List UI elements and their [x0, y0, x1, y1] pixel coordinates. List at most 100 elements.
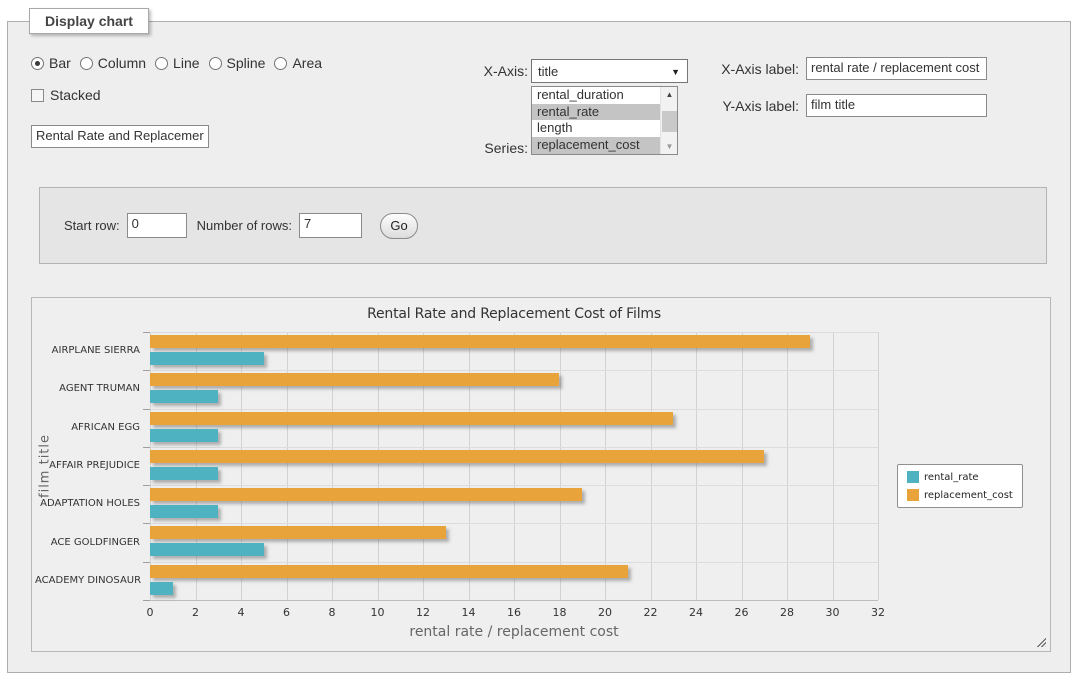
- gridline: [287, 332, 288, 600]
- radio-label: Spline: [227, 55, 266, 71]
- gridline: [742, 332, 743, 600]
- bar-rental_rate[interactable]: [150, 429, 218, 442]
- chart-type-option-line[interactable]: Line: [155, 55, 199, 71]
- stacked-checkbox[interactable]: [31, 89, 44, 102]
- series-listbox[interactable]: rental_duration rental_rate length repla…: [531, 86, 678, 155]
- gridline: [878, 332, 879, 600]
- y-axis-tick: [143, 370, 150, 371]
- radio-icon[interactable]: [80, 57, 93, 70]
- radio-label: Area: [292, 55, 322, 71]
- resize-handle-icon[interactable]: [1035, 636, 1046, 647]
- x-tick-label: 4: [238, 606, 245, 619]
- bar-rental_rate[interactable]: [150, 543, 264, 556]
- radio-icon[interactable]: [31, 57, 44, 70]
- y-category-label: AFFAIR PREJUDICE: [35, 460, 140, 471]
- gridline: [651, 332, 652, 600]
- gridline: [696, 332, 697, 600]
- chevron-down-icon: ▼: [671, 67, 680, 77]
- chart-legend: rental_rate replacement_cost: [897, 464, 1023, 508]
- chart-type-option-spline[interactable]: Spline: [209, 55, 266, 71]
- chart-type-option-bar[interactable]: Bar: [31, 55, 71, 71]
- x-tick-label: 24: [689, 606, 703, 619]
- page: { "display_chart_panel": { "legend": "Di…: [0, 0, 1081, 681]
- legend-item-rental_rate[interactable]: rental_rate: [907, 471, 1013, 483]
- x-tick-label: 2: [192, 606, 199, 619]
- fieldset-legend: Display chart: [29, 8, 149, 34]
- radio-icon[interactable]: [274, 57, 287, 70]
- start-row-input[interactable]: 0: [127, 213, 187, 238]
- y-category-label: ADAPTATION HOLES: [35, 498, 140, 509]
- legend-item-replacement_cost[interactable]: replacement_cost: [907, 489, 1013, 501]
- legend-swatch-icon: [907, 489, 919, 501]
- band-gridline: [150, 447, 878, 448]
- x-axis-select[interactable]: title ▼: [531, 59, 688, 83]
- stacked-label: Stacked: [50, 87, 101, 103]
- y-axis-tick: [143, 409, 150, 410]
- chart-type-option-area[interactable]: Area: [274, 55, 322, 71]
- bar-rental_rate[interactable]: [150, 582, 173, 595]
- bar-rental_rate[interactable]: [150, 505, 218, 518]
- x-axis-select-label: X-Axis:: [428, 63, 528, 79]
- plot-area: [150, 332, 878, 600]
- x-axis-select-value: title: [538, 64, 558, 79]
- bar-replacement_cost[interactable]: [150, 565, 628, 578]
- bar-replacement_cost[interactable]: [150, 526, 446, 539]
- series-option-rental-rate[interactable]: rental_rate: [532, 104, 677, 121]
- listbox-scrollbar[interactable]: ▲ ▼: [660, 87, 677, 154]
- y-category-label: ACE GOLDFINGER: [35, 537, 140, 548]
- start-row-label: Start row:: [64, 218, 120, 233]
- band-gridline: [150, 485, 878, 486]
- bar-rental_rate[interactable]: [150, 352, 264, 365]
- gridline: [605, 332, 606, 600]
- band-gridline: [150, 409, 878, 410]
- bar-replacement_cost[interactable]: [150, 373, 559, 386]
- y-axis-tick: [143, 562, 150, 563]
- x-tick-label: 6: [283, 606, 290, 619]
- y-axis-label-label: Y-Axis label:: [699, 98, 799, 114]
- y-category-label: AFRICAN EGG: [35, 422, 140, 433]
- series-option-rental-duration[interactable]: rental_duration: [532, 87, 677, 104]
- x-axis-label-label: X-Axis label:: [699, 61, 799, 77]
- chart-type-option-column[interactable]: Column: [80, 55, 146, 71]
- number-of-rows-label: Number of rows:: [197, 218, 292, 233]
- y-axis-tick: [143, 523, 150, 524]
- radio-icon[interactable]: [155, 57, 168, 70]
- gridline: [241, 332, 242, 600]
- band-gridline: [150, 332, 878, 333]
- gridline: [833, 332, 834, 600]
- number-of-rows-input[interactable]: 7: [299, 213, 362, 238]
- series-option-replacement-cost[interactable]: replacement_cost: [532, 137, 677, 154]
- bar-rental_rate[interactable]: [150, 390, 218, 403]
- x-axis-label-input[interactable]: rental rate / replacement cost: [806, 57, 987, 80]
- y-category-label: AIRPLANE SIERRA: [35, 345, 140, 356]
- bar-replacement_cost[interactable]: [150, 335, 810, 348]
- x-tick-label: 16: [507, 606, 521, 619]
- bar-rental_rate[interactable]: [150, 467, 218, 480]
- y-axis-tick: [143, 485, 150, 486]
- rows-panel: Start row: 0 Number of rows: 7 Go: [39, 187, 1047, 264]
- scrollbar-thumb[interactable]: [662, 111, 677, 132]
- x-tick-label: 12: [416, 606, 430, 619]
- x-tick-label: 32: [871, 606, 885, 619]
- stacked-row: Stacked: [31, 87, 101, 103]
- band-gridline: [150, 562, 878, 563]
- bar-replacement_cost[interactable]: [150, 450, 764, 463]
- go-button[interactable]: Go: [380, 213, 418, 239]
- scroll-down-icon[interactable]: ▼: [661, 139, 678, 154]
- series-option-length[interactable]: length: [532, 120, 677, 137]
- scroll-up-icon[interactable]: ▲: [661, 87, 678, 102]
- series-list-label: Series:: [428, 140, 528, 156]
- bar-replacement_cost[interactable]: [150, 412, 673, 425]
- gridline: [787, 332, 788, 600]
- x-axis-title: rental rate / replacement cost: [150, 624, 878, 640]
- radio-label: Line: [173, 55, 199, 71]
- x-tick-label: 0: [147, 606, 154, 619]
- y-axis-label-input[interactable]: film title: [806, 94, 987, 117]
- x-tick-label: 8: [329, 606, 336, 619]
- chart-title: Rental Rate and Replacement Cost of Film…: [150, 306, 878, 322]
- chart-title-input[interactable]: Rental Rate and Replacemer: [31, 125, 209, 148]
- legend-label: rental_rate: [924, 472, 979, 483]
- bar-replacement_cost[interactable]: [150, 488, 582, 501]
- radio-icon[interactable]: [209, 57, 222, 70]
- x-tick-label: 18: [553, 606, 567, 619]
